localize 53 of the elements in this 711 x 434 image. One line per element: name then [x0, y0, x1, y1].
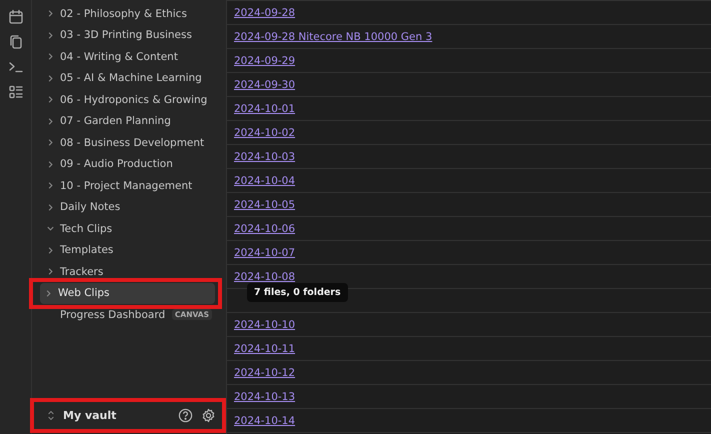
chevron-right-icon: [46, 138, 55, 148]
chevron-right-icon: [46, 267, 55, 276]
chevron-right-icon: [46, 160, 55, 169]
copy-icon[interactable]: [8, 34, 24, 50]
note-link[interactable]: 2024-10-01: [234, 102, 296, 114]
note-link[interactable]: 2024-10-02: [234, 126, 296, 138]
folder-item[interactable]: Templates: [42, 240, 222, 261]
folder-item[interactable]: 04 - Writing & Content: [42, 46, 222, 68]
folder-item[interactable]: Daily Notes: [42, 196, 222, 218]
chevron-right-icon: [46, 202, 55, 212]
settings-icon[interactable]: [201, 408, 216, 423]
chevron-right-icon: [46, 52, 55, 62]
folder-item[interactable]: Tech Clips: [42, 218, 222, 240]
help-icon[interactable]: [178, 408, 193, 423]
up-down-chevron-icon[interactable]: [47, 410, 55, 421]
note-link[interactable]: 2024-10-13: [234, 390, 296, 402]
chevron-right-icon: [44, 288, 53, 298]
list-icon[interactable]: [8, 84, 24, 100]
chevron-right-icon: [46, 116, 55, 126]
note-link[interactable]: 2024-10-11: [234, 342, 296, 354]
folder-item[interactable]: Web Clips: [40, 282, 215, 304]
note-link[interactable]: 2024-09-28: [234, 6, 296, 18]
note-link[interactable]: 2024-10-12: [234, 366, 296, 378]
chevron-right-icon: [46, 74, 55, 83]
note-link[interactable]: 2024-10-07: [234, 246, 296, 258]
calendar-icon[interactable]: [8, 9, 24, 25]
chevron-right-icon: [46, 9, 55, 18]
note-link[interactable]: 2024-10-14: [234, 414, 296, 426]
folder-item[interactable]: 03 - 3D Printing Business: [42, 24, 222, 46]
chevron-down-icon: [46, 224, 55, 234]
note-link[interactable]: 2024-10-06: [234, 222, 296, 234]
note-link[interactable]: 2024-10-05: [234, 198, 296, 210]
folder-item[interactable]: 08 - Business Development: [42, 132, 222, 154]
folder-item[interactable]: 09 - Audio Production: [42, 154, 222, 175]
note-link[interactable]: 2024-10-08: [234, 270, 296, 282]
note-link[interactable]: 2024-09-28 Nitecore NB 10000 Gen 3: [234, 30, 432, 42]
folder-item[interactable]: Trackers: [42, 261, 222, 282]
folder-item[interactable]: 10 - Project Management: [42, 175, 222, 196]
chevron-right-icon: [46, 30, 55, 40]
chevron-right-icon: [46, 181, 55, 190]
vault-name[interactable]: My vault: [63, 409, 170, 422]
note-link[interactable]: 2024-10-03: [234, 150, 296, 162]
folder-item[interactable]: 06 - Hydroponics & Growing: [42, 89, 222, 110]
folder-item[interactable]: 07 - Garden Planning: [42, 110, 222, 132]
note-link[interactable]: 2024-09-29: [234, 54, 296, 66]
note-link[interactable]: 2024-09-30: [234, 78, 296, 90]
note-link[interactable]: 2024-10-04: [234, 174, 296, 186]
folder-item[interactable]: 02 - Philosophy & Ethics: [42, 3, 222, 24]
note-link[interactable]: 2024-10-10: [234, 318, 296, 330]
tooltip: 7 files, 0 folders: [247, 283, 348, 302]
folder-item[interactable]: 05 - AI & Machine Learning: [42, 68, 222, 89]
chevron-right-icon: [46, 246, 55, 255]
chevron-right-icon: [46, 95, 55, 104]
